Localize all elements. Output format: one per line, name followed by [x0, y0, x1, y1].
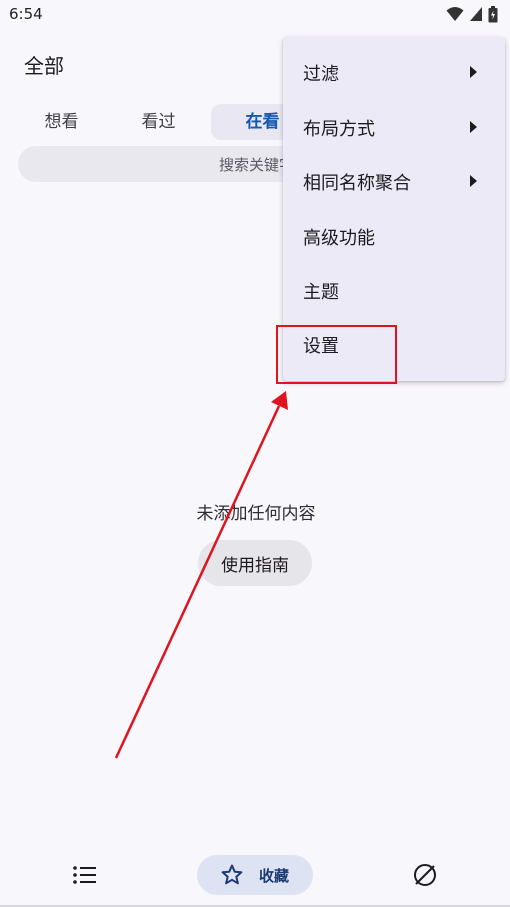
star-icon	[221, 864, 243, 885]
nav-explore-button[interactable]	[412, 862, 438, 888]
submenu-arrow-icon	[470, 121, 477, 133]
nav-list-button[interactable]	[72, 863, 98, 887]
submenu-arrow-icon	[470, 66, 477, 78]
search-input[interactable]: 搜索关键字	[18, 146, 318, 182]
cell-signal-icon	[470, 7, 482, 21]
submenu-arrow-icon	[470, 175, 477, 187]
bottom-navigation: 收藏	[0, 845, 510, 907]
empty-state-text: 未添加任何内容	[196, 504, 316, 524]
status-icons	[446, 5, 498, 23]
list-icon	[73, 866, 96, 884]
wifi-icon	[446, 7, 464, 21]
nav-favorites-label: 收藏	[259, 867, 290, 885]
tab-watched[interactable]: 看过	[111, 104, 206, 140]
menu-item-label: 高级功能	[303, 228, 375, 249]
explore-icon	[414, 864, 436, 886]
status-bar: 6:54	[0, 0, 510, 30]
nav-favorites-button[interactable]: 收藏	[197, 855, 313, 895]
tab-bar: 想看 看过 在看	[14, 104, 314, 140]
menu-item-filter[interactable]: 过滤	[283, 46, 505, 100]
user-guide-button[interactable]: 使用指南	[198, 540, 312, 586]
menu-item-advanced[interactable]: 高级功能	[283, 210, 505, 264]
menu-item-label: 过滤	[303, 64, 339, 85]
battery-icon	[488, 5, 498, 22]
menu-item-group-same-name[interactable]: 相同名称聚合	[283, 155, 505, 209]
page-title: 全部	[24, 54, 64, 78]
menu-item-label: 相同名称聚合	[303, 173, 411, 194]
menu-item-label: 布局方式	[303, 119, 375, 140]
annotation-highlight-box	[276, 325, 397, 384]
empty-state-message: 未添加任何内容	[0, 499, 510, 524]
menu-item-theme[interactable]: 主题	[283, 264, 505, 318]
menu-item-layout[interactable]: 布局方式	[283, 101, 505, 155]
tab-want-to-watch[interactable]: 想看	[14, 104, 109, 140]
menu-item-label: 主题	[303, 282, 339, 303]
status-time: 6:54	[9, 5, 43, 23]
